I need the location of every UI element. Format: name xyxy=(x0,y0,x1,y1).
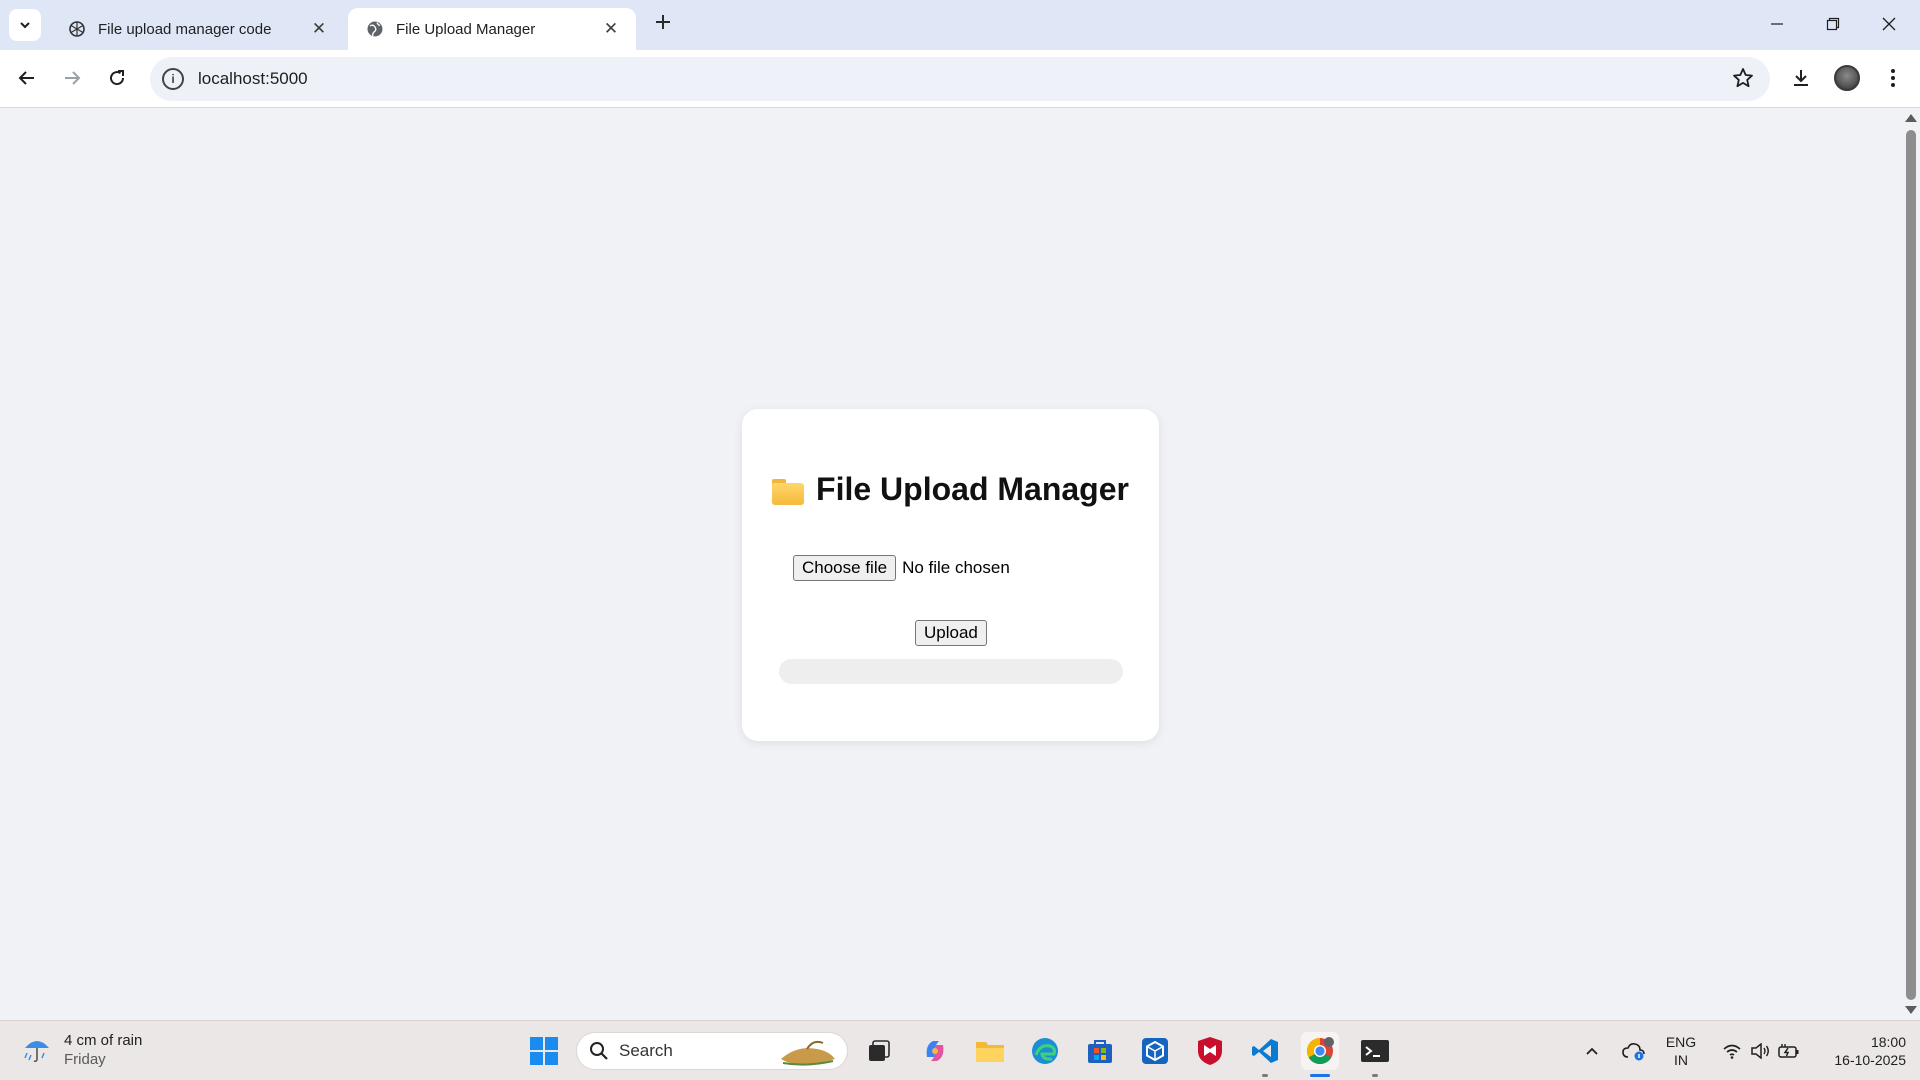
bookmark-star-icon[interactable] xyxy=(1732,67,1754,89)
taskbar-search-box[interactable]: Search xyxy=(576,1032,848,1070)
weather-main-text: 4 cm of rain xyxy=(64,1032,143,1049)
search-icon xyxy=(590,1042,608,1060)
tab-file-upload-manager[interactable]: File Upload Manager ✕ xyxy=(348,8,636,50)
restore-button[interactable] xyxy=(1810,8,1856,40)
windows-logo-icon xyxy=(530,1037,558,1065)
task-view-icon xyxy=(869,1040,890,1061)
show-hidden-icons-button[interactable] xyxy=(1578,1021,1606,1080)
running-indicator xyxy=(1372,1074,1378,1077)
download-icon xyxy=(1794,70,1808,86)
plus-icon xyxy=(656,15,670,29)
cube-app-icon xyxy=(1142,1038,1168,1064)
close-window-button[interactable] xyxy=(1866,8,1912,40)
taskbar-edge[interactable] xyxy=(1026,1032,1064,1070)
close-icon[interactable]: ✕ xyxy=(308,18,330,40)
arrow-right-icon xyxy=(65,71,81,85)
upload-button[interactable]: Upload xyxy=(915,620,987,646)
forward-button[interactable] xyxy=(55,61,89,95)
address-bar[interactable]: i localhost:5000 xyxy=(150,57,1770,101)
minimize-icon xyxy=(1771,23,1783,25)
reload-button[interactable] xyxy=(100,61,134,95)
minimize-button[interactable] xyxy=(1754,8,1800,40)
chevron-down-icon xyxy=(20,22,30,29)
taskbar-store[interactable] xyxy=(1081,1032,1119,1070)
cloud-sync-icon xyxy=(1622,1043,1645,1061)
profile-button[interactable] xyxy=(1830,61,1864,95)
upload-progress-bar xyxy=(779,659,1123,684)
file-input[interactable]: Choose file No file chosen xyxy=(793,555,1010,581)
scroll-thumb[interactable] xyxy=(1906,130,1916,1000)
running-indicator xyxy=(1262,1074,1268,1077)
clock-time: 18:00 xyxy=(1870,1034,1906,1050)
taskbar-copilot[interactable] xyxy=(916,1032,954,1070)
browser-tabstrip: File upload manager code ✕ File Upload M… xyxy=(0,0,1920,50)
search-highlight-bird-icon xyxy=(781,1040,835,1066)
tab-search-button[interactable] xyxy=(9,9,41,41)
clock[interactable]: 18:00 16-10-2025 xyxy=(1812,1021,1906,1080)
language-region: IN xyxy=(1674,1052,1688,1068)
tab-title: File Upload Manager xyxy=(396,20,536,38)
vertical-scrollbar[interactable] xyxy=(1902,108,1920,1020)
active-indicator xyxy=(1310,1074,1330,1077)
store-icon xyxy=(1088,1040,1112,1063)
more-vertical-icon xyxy=(1891,69,1895,87)
windows-taskbar: 4 cm of rain Friday Search ENG IN 18:00 … xyxy=(0,1020,1920,1080)
edge-icon xyxy=(1032,1038,1058,1064)
folder-icon xyxy=(772,477,805,505)
taskbar-task-view[interactable] xyxy=(860,1032,898,1070)
copilot-icon xyxy=(926,1041,944,1061)
volume-icon xyxy=(1751,1043,1769,1059)
chrome-icon xyxy=(1306,1037,1334,1065)
taskbar-search-text: Search xyxy=(619,1041,673,1060)
chevron-up-icon xyxy=(1586,1047,1598,1055)
browser-menu-button[interactable] xyxy=(1876,61,1910,95)
scroll-up-arrow-icon[interactable] xyxy=(1905,114,1917,122)
taskbar-chrome[interactable] xyxy=(1301,1032,1339,1077)
openai-icon xyxy=(69,21,85,37)
file-explorer-icon xyxy=(976,1042,1004,1062)
taskbar-terminal[interactable] xyxy=(1356,1032,1394,1077)
weather-widget[interactable]: 4 cm of rain Friday xyxy=(22,1031,142,1069)
restore-icon xyxy=(1826,17,1840,31)
taskbar-vscode[interactable] xyxy=(1246,1032,1284,1077)
language-indicator[interactable]: ENG IN xyxy=(1660,1021,1702,1080)
tray-onedrive[interactable] xyxy=(1620,1021,1648,1080)
avatar xyxy=(1834,65,1860,91)
quick-settings[interactable] xyxy=(1716,1021,1806,1080)
weather-day-text: Friday xyxy=(64,1051,106,1068)
scroll-down-arrow-icon[interactable] xyxy=(1905,1006,1917,1014)
vscode-icon xyxy=(1252,1039,1278,1063)
taskbar-dev-tool[interactable] xyxy=(1136,1032,1174,1070)
globe-icon xyxy=(367,21,383,37)
umbrella-rain-icon xyxy=(24,1041,49,1063)
choose-file-button[interactable]: Choose file xyxy=(793,555,897,581)
battery-charging-icon xyxy=(1778,1044,1799,1058)
taskbar-file-explorer[interactable] xyxy=(971,1032,1009,1070)
language-code: ENG xyxy=(1665,1034,1697,1050)
close-icon xyxy=(1882,17,1896,31)
taskbar-mcafee[interactable] xyxy=(1191,1032,1229,1070)
site-info-icon[interactable]: i xyxy=(162,68,184,90)
mcafee-shield-icon xyxy=(1198,1037,1222,1065)
tab-file-upload-manager-code[interactable]: File upload manager code ✕ xyxy=(50,8,344,50)
start-button[interactable] xyxy=(525,1032,563,1070)
upload-card: File Upload Manager Choose file No file … xyxy=(742,409,1159,741)
terminal-icon xyxy=(1361,1040,1389,1062)
downloads-button[interactable] xyxy=(1784,61,1818,95)
new-tab-button[interactable] xyxy=(650,12,676,38)
tab-title: File upload manager code xyxy=(98,20,272,38)
page-title-text: File Upload Manager xyxy=(816,471,1129,507)
clock-date: 16-10-2025 xyxy=(1834,1052,1906,1068)
arrow-left-icon xyxy=(18,71,34,85)
wifi-icon xyxy=(1723,1044,1741,1059)
close-icon[interactable]: ✕ xyxy=(600,18,622,40)
browser-toolbar: i localhost:5000 xyxy=(0,50,1920,108)
back-button[interactable] xyxy=(10,61,44,95)
reload-icon xyxy=(110,70,125,86)
page-title: File Upload Manager xyxy=(742,471,1159,508)
url-text: localhost:5000 xyxy=(198,69,308,88)
no-file-chosen-text: No file chosen xyxy=(902,558,1010,577)
